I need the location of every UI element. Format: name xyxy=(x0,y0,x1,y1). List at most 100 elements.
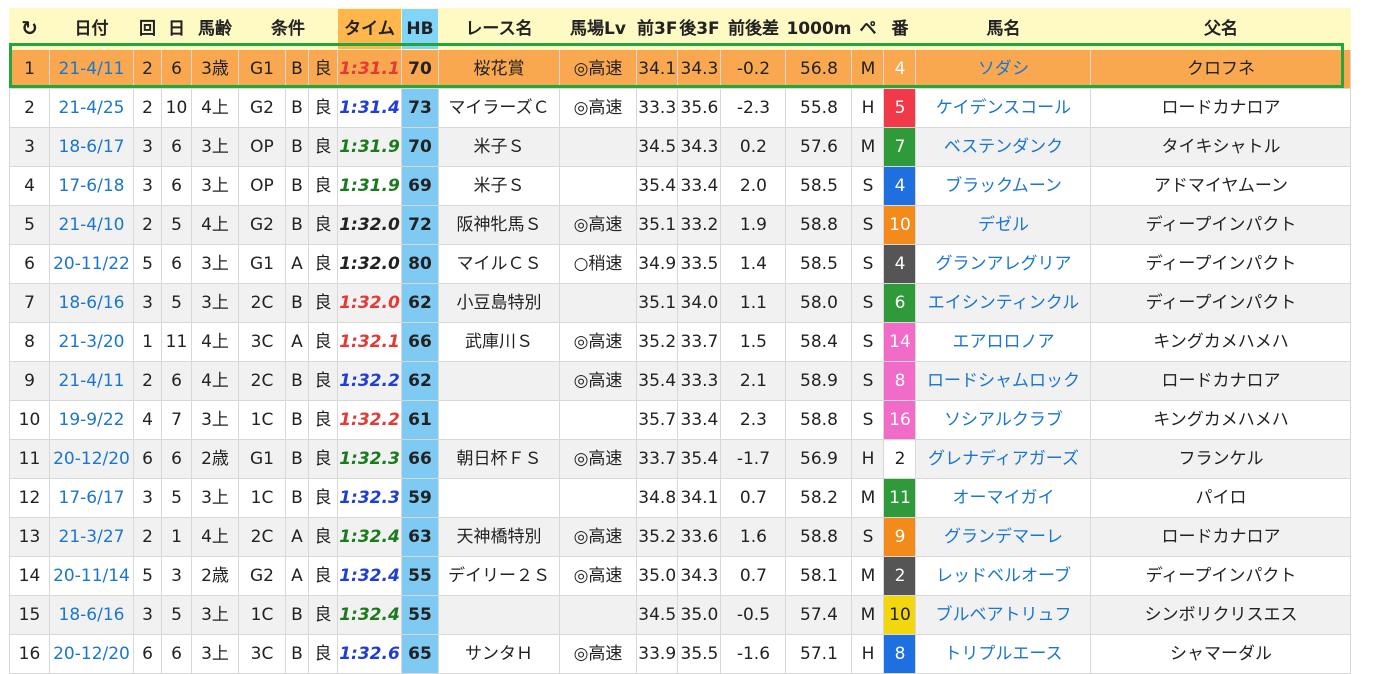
race-date-link[interactable]: 17-6/18 xyxy=(59,176,125,196)
horse-link[interactable]: エアロロノア xyxy=(952,332,1054,352)
date-link[interactable]: 21-4/25 xyxy=(49,88,134,128)
horse-name-link[interactable]: ソダシ xyxy=(915,49,1092,89)
col-date[interactable]: 日付 xyxy=(49,8,134,50)
race-date-link[interactable]: 19-9/22 xyxy=(59,410,125,430)
table-row[interactable]: 9 21-4/11 2 6 4上 2C B 良 1:32.2 62 ◎高速 35.4 33.3 2.1 58… xyxy=(9,361,1352,401)
date-link[interactable]: 20-11/22 xyxy=(49,244,134,284)
date-link[interactable]: 20-11/14 xyxy=(49,556,134,596)
table-row[interactable]: 3 18-6/17 3 6 3上 OP B 良 1:31.9 70 米子Ｓ 34.5 34.3 0.2 57… xyxy=(9,127,1352,167)
date-link[interactable]: 17-6/18 xyxy=(49,166,134,206)
col-hb[interactable]: HB xyxy=(401,8,439,50)
horse-name-link[interactable]: エイシンティンクル xyxy=(915,283,1092,323)
col-diff[interactable]: 前後差 xyxy=(720,8,787,50)
col-last3f[interactable]: 後3F xyxy=(677,8,722,50)
col-sire-name[interactable]: 父名 xyxy=(1090,8,1352,50)
refresh-button[interactable]: ↻ xyxy=(9,8,50,50)
date-link[interactable]: 20-12/20 xyxy=(49,439,134,479)
date-link[interactable]: 18-6/16 xyxy=(49,283,134,323)
race-date-link[interactable]: 18-6/16 xyxy=(59,605,125,625)
horse-name-link[interactable]: ベステンダンク xyxy=(915,127,1092,167)
horse-name-link[interactable]: ソシアルクラブ xyxy=(915,400,1092,440)
horse-link[interactable]: オーマイガイ xyxy=(952,488,1054,508)
race-date-link[interactable]: 21-4/10 xyxy=(59,215,125,235)
race-date-link[interactable]: 21-4/11 xyxy=(59,371,125,391)
race-date-link[interactable]: 20-11/22 xyxy=(53,254,130,274)
horse-link[interactable]: レッドベルオーブ xyxy=(936,566,1071,586)
horse-link[interactable]: ブルベアトリュフ xyxy=(935,605,1071,625)
race-date-link[interactable]: 21-4/11 xyxy=(59,59,125,79)
horse-name-link[interactable]: デゼル xyxy=(915,205,1092,245)
table-row[interactable]: 10 19-9/22 4 7 3上 1C B 良 1:32.2 61 35.7 33.4 2.3 58.8… xyxy=(9,400,1352,440)
date-link[interactable]: 19-9/22 xyxy=(49,400,134,440)
horse-name-link[interactable]: グランデマーレ xyxy=(915,517,1092,557)
race-date-link[interactable]: 21-3/20 xyxy=(59,332,125,352)
col-nichi[interactable]: 日 xyxy=(161,8,192,50)
horse-name-link[interactable]: ブラックムーン xyxy=(915,166,1092,206)
horse-link[interactable]: ソシアルクラブ xyxy=(944,410,1063,430)
col-race-name[interactable]: レース名 xyxy=(438,8,560,50)
col-horse-name[interactable]: 馬名 xyxy=(915,8,1092,50)
horse-link[interactable]: トリプルエース xyxy=(944,644,1062,664)
race-date-link[interactable]: 18-6/16 xyxy=(59,293,125,313)
date-link[interactable]: 21-4/11 xyxy=(49,49,134,89)
col-kai[interactable]: 回 xyxy=(133,8,162,50)
horse-link[interactable]: ベステンダンク xyxy=(944,137,1063,157)
date-link[interactable]: 21-4/10 xyxy=(49,205,134,245)
date-link[interactable]: 20-12/20 xyxy=(49,634,134,674)
table-row[interactable]: 15 18-6/16 3 5 3上 1C B 良 1:32.4 55 34.5 35.0 -0.5 57.… xyxy=(9,595,1352,635)
race-date-link[interactable]: 18-6/17 xyxy=(59,137,125,157)
table-row[interactable]: 11 20-12/20 6 6 2歳 G1 B 良 1:32.3 66 朝日杯ＦＳ ◎高速 33.7 35… xyxy=(9,439,1352,479)
refresh-icon[interactable]: ↻ xyxy=(21,10,38,48)
horse-link[interactable]: ソダシ xyxy=(978,59,1029,79)
table-row[interactable]: 16 20-12/20 6 6 3上 3C B 良 1:32.6 65 サンタＨ ◎高速 33.9 35.… xyxy=(9,634,1352,674)
horse-link[interactable]: ブラックムーン xyxy=(945,176,1062,196)
col-age[interactable]: 馬齢 xyxy=(191,8,239,50)
table-row[interactable]: 12 17-6/17 3 5 3上 1C B 良 1:32.3 59 34.8 34.1 0.7 58.2… xyxy=(9,478,1352,518)
table-row[interactable]: 8 21-3/20 1 11 4上 3C A 良 1:32.1 66 武庫川Ｓ ◎高速 35.2 33.7… xyxy=(9,322,1352,362)
race-date-link[interactable]: 20-12/20 xyxy=(53,449,130,469)
col-1000m[interactable]: 1000m xyxy=(785,8,853,50)
horse-link[interactable]: ロードシャムロック xyxy=(927,371,1080,391)
horse-link[interactable]: デゼル xyxy=(978,215,1029,235)
race-date-link[interactable]: 17-6/17 xyxy=(59,488,125,508)
table-row[interactable]: 6 20-11/22 5 6 3上 G1 A 良 1:32.0 80 マイルＣＳ ○稍速 34.9 33.… xyxy=(9,244,1352,284)
col-first3f[interactable]: 前3F xyxy=(635,8,679,50)
horse-name-link[interactable]: グランアレグリア xyxy=(915,244,1092,284)
table-row[interactable]: 2 21-4/25 2 10 4上 G2 B 良 1:31.4 73 マイラーズＣ ◎高速 33.3 35… xyxy=(9,88,1352,128)
col-condition[interactable]: 条件 xyxy=(238,8,338,50)
horse-name-link[interactable]: エアロロノア xyxy=(915,322,1092,362)
col-baba-lv[interactable]: 馬場Lv xyxy=(559,8,637,50)
date-link[interactable]: 21-4/11 xyxy=(49,361,134,401)
horse-name-link[interactable]: グレナディアガーズ xyxy=(915,439,1092,479)
race-date-link[interactable]: 21-4/25 xyxy=(59,98,125,118)
race-date-link[interactable]: 21-3/27 xyxy=(59,527,125,547)
horse-name-link[interactable]: オーマイガイ xyxy=(915,478,1092,518)
date-link[interactable]: 21-3/27 xyxy=(49,517,134,557)
race-date-link[interactable]: 20-12/20 xyxy=(53,644,130,664)
date-link[interactable]: 17-6/17 xyxy=(49,478,134,518)
table-row[interactable]: 5 21-4/10 2 5 4上 G2 B 良 1:32.0 72 阪神牝馬Ｓ ◎高速 35.1 33.2… xyxy=(9,205,1352,245)
horse-name-link[interactable]: ロードシャムロック xyxy=(915,361,1092,401)
horse-name-link[interactable]: ブルベアトリュフ xyxy=(915,595,1092,635)
date-link[interactable]: 18-6/17 xyxy=(49,127,134,167)
horse-link[interactable]: エイシンティンクル xyxy=(928,293,1079,313)
horse-link[interactable]: グランデマーレ xyxy=(944,527,1063,547)
date-link[interactable]: 21-3/20 xyxy=(49,322,134,362)
table-row[interactable]: 7 18-6/16 3 5 3上 2C B 良 1:32.0 62 小豆島特別 35.1 34.0 1.1… xyxy=(9,283,1352,323)
table-row[interactable]: 1 21-4/11 2 6 3歳 G1 B 良 1:31.1 70 桜花賞 ◎高速 34.1 34.3 -0… xyxy=(9,49,1352,89)
table-row[interactable]: 13 21-3/27 2 1 4上 2C A 良 1:32.4 63 天神橋特別 ◎高速 35.2 33.… xyxy=(9,517,1352,557)
date-link[interactable]: 18-6/16 xyxy=(49,595,134,635)
horse-link[interactable]: ケイデンスコール xyxy=(936,98,1071,118)
horse-link[interactable]: グランアレグリア xyxy=(935,254,1071,274)
table-row[interactable]: 14 20-11/14 5 3 2歳 G2 A 良 1:32.4 55 デイリー２Ｓ ◎高速 35.0 3… xyxy=(9,556,1352,596)
col-time[interactable]: タイム xyxy=(337,8,402,50)
horse-link[interactable]: グレナディアガーズ xyxy=(928,449,1079,469)
table-row[interactable]: 4 17-6/18 3 6 3上 OP B 良 1:31.9 69 米子Ｓ 35.4 33.4 2.0 58… xyxy=(9,166,1352,206)
col-number[interactable]: 番 xyxy=(883,8,917,50)
horse-name-link[interactable]: トリプルエース xyxy=(915,634,1092,674)
horse-name-link[interactable]: レッドベルオーブ xyxy=(915,556,1092,596)
nichi-cell: 6 xyxy=(161,127,192,167)
race-date-link[interactable]: 20-11/14 xyxy=(53,566,130,586)
col-pace[interactable]: ペ xyxy=(851,8,885,50)
horse-name-link[interactable]: ケイデンスコール xyxy=(915,88,1092,128)
